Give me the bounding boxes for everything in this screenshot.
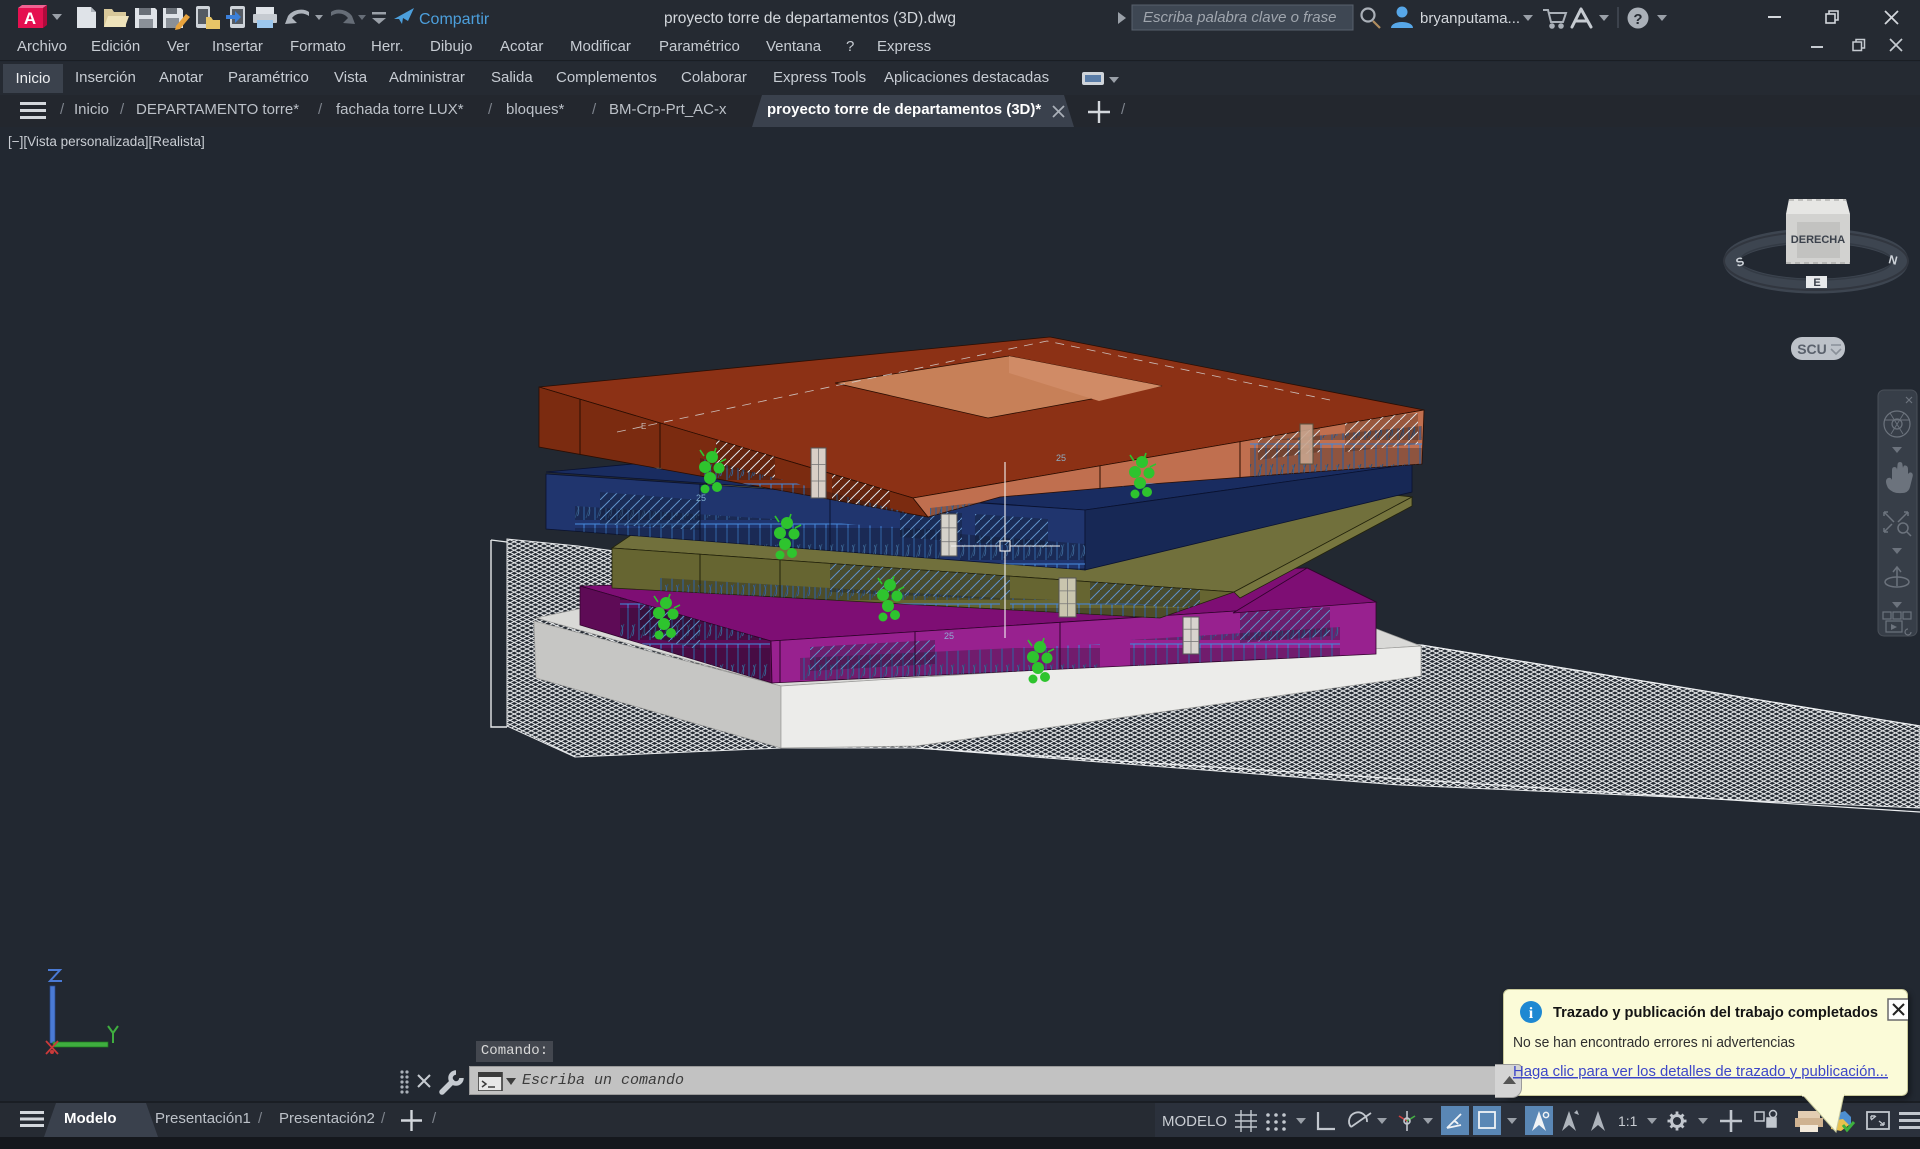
svg-text:Haga clic para ver los detalle: Haga clic para ver los detalles de traza… [1513, 1063, 1888, 1080]
svg-text:1:1: 1:1 [1618, 1113, 1638, 1129]
svg-text:proyecto torre de departamento: proyecto torre de departamentos (3D).dwg [664, 10, 956, 27]
svg-text:E: E [641, 422, 646, 431]
svg-text:Compartir: Compartir [419, 11, 490, 28]
svg-text:A: A [24, 9, 36, 28]
svg-text:Trazado y publicación del trab: Trazado y publicación del trabajo comple… [1553, 1004, 1878, 1021]
svg-text:E: E [1813, 277, 1820, 289]
svg-text:i: i [1529, 1005, 1534, 1022]
svg-text:Escriba palabra clave o frase: Escriba palabra clave o frase [1143, 9, 1336, 26]
svg-text:MODELO: MODELO [1162, 1113, 1227, 1130]
svg-text:25: 25 [696, 493, 706, 503]
svg-text:?: ? [1633, 11, 1642, 28]
svg-text:DERECHA: DERECHA [1791, 234, 1845, 246]
svg-text:No se han encontrado errores n: No se han encontrado errores ni adverten… [1513, 1034, 1795, 1051]
svg-text:25: 25 [944, 631, 954, 641]
svg-text:SCU: SCU [1797, 341, 1827, 357]
svg-text:25: 25 [1056, 453, 1066, 463]
svg-text:bryanputama...: bryanputama... [1420, 10, 1520, 27]
